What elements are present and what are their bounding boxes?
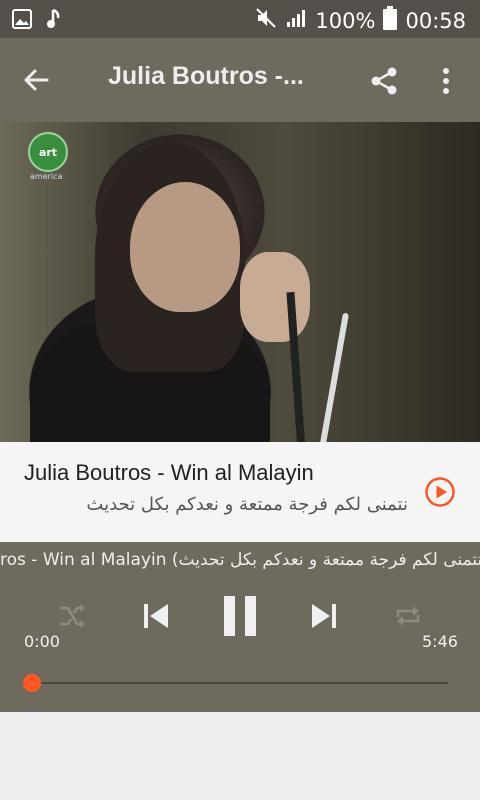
overflow-menu-icon[interactable] xyxy=(432,64,460,98)
app-bar: Julia Boutros -... xyxy=(0,38,480,122)
share-icon[interactable] xyxy=(366,64,402,98)
channel-logo-sub: america xyxy=(30,172,63,181)
track-subtitle: نتمنى لكم فرجة ممتعة و نعدكم بكل تحديث xyxy=(86,494,408,515)
mute-icon xyxy=(255,7,277,34)
status-left-icons xyxy=(12,8,62,34)
current-time: 0:00 xyxy=(24,632,60,651)
play-circle-icon[interactable] xyxy=(424,476,456,512)
player-panel: ros - Win al Malayin (نتمنى لكم فرجة ممت… xyxy=(0,542,480,712)
skip-previous-icon[interactable] xyxy=(138,598,174,634)
video-thumbnail[interactable]: art america xyxy=(0,122,480,442)
status-right-icons: 100% 00:58 xyxy=(255,6,466,35)
shuffle-icon[interactable] xyxy=(54,598,90,634)
channel-logo: art xyxy=(28,132,68,172)
clock: 00:58 xyxy=(405,8,466,33)
microphone-stand xyxy=(317,312,349,442)
video-figure-hand xyxy=(240,252,310,342)
track-title: Julia Boutros - Win al Malayin xyxy=(24,460,314,485)
back-arrow-icon[interactable] xyxy=(20,64,52,96)
music-notification-icon xyxy=(46,8,62,34)
battery-icon xyxy=(383,6,398,35)
now-playing-marquee: ros - Win al Malayin (نتمنى لكم فرجة ممت… xyxy=(0,550,480,570)
skip-next-icon[interactable] xyxy=(306,598,342,634)
pause-icon[interactable] xyxy=(218,594,262,638)
duration: 5:46 xyxy=(422,632,458,651)
video-figure-face xyxy=(130,182,240,312)
battery-percent: 100% xyxy=(315,8,376,33)
image-notification-icon xyxy=(12,9,32,33)
seek-bar-track[interactable] xyxy=(32,682,448,684)
status-bar: 100% 00:58 xyxy=(0,0,480,38)
track-info: Julia Boutros - Win al Malayin نتمنى لكم… xyxy=(0,442,480,542)
repeat-icon[interactable] xyxy=(390,598,426,634)
seek-bar-thumb[interactable] xyxy=(23,674,41,692)
page-title: Julia Boutros -... xyxy=(108,62,304,90)
signal-icon xyxy=(285,7,307,34)
